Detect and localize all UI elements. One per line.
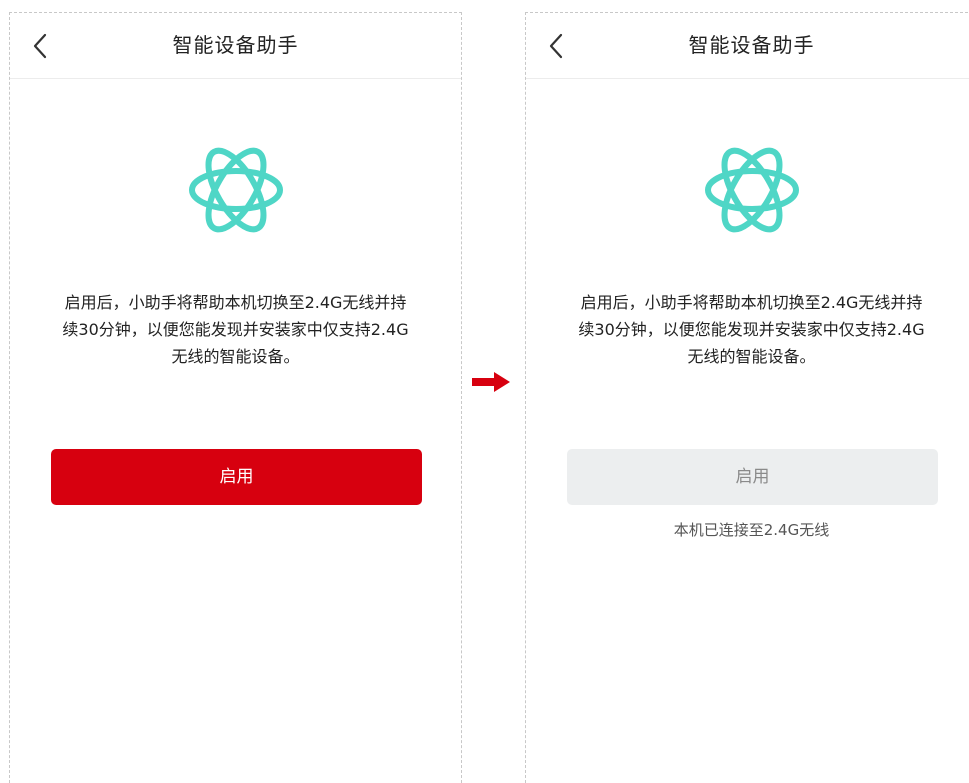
description-line: 无线的智能设备。 <box>687 347 816 366</box>
enable-button[interactable]: 启用 <box>51 449 422 505</box>
description-text: 启用后，小助手将帮助本机切换至2.4G无线并持 续30分钟，以便您能发现并安装家… <box>540 289 963 370</box>
description-line: 无线的智能设备。 <box>171 347 300 366</box>
header: 智能设备助手 <box>10 13 461 79</box>
arrow-right-icon <box>472 372 510 392</box>
screen-before: 智能设备助手 启用后，小助手将帮助本机切换至2.4G无线并持 续30分钟，以便您… <box>9 12 462 783</box>
page-title: 智能设备助手 <box>172 33 299 57</box>
description-text: 启用后，小助手将帮助本机切换至2.4G无线并持 续30分钟，以便您能发现并安装家… <box>24 289 447 370</box>
page-title: 智能设备助手 <box>688 33 815 57</box>
description-line: 启用后，小助手将帮助本机切换至2.4G无线并持 <box>580 293 923 312</box>
description-line: 续30分钟，以便您能发现并安装家中仅支持2.4G <box>578 320 925 339</box>
atom-orbit-icon <box>704 147 799 233</box>
description-line: 启用后，小助手将帮助本机切换至2.4G无线并持 <box>64 293 407 312</box>
screen-after: 智能设备助手 启用后，小助手将帮助本机切换至2.4G无线并持 续30分钟，以便您… <box>525 12 969 783</box>
atom-orbit-icon <box>188 147 283 233</box>
connection-status-text: 本机已连接至2.4G无线 <box>673 521 830 539</box>
enable-button-disabled: 启用 <box>567 449 938 505</box>
description-line: 续30分钟，以便您能发现并安装家中仅支持2.4G <box>62 320 409 339</box>
header: 智能设备助手 <box>526 13 969 79</box>
